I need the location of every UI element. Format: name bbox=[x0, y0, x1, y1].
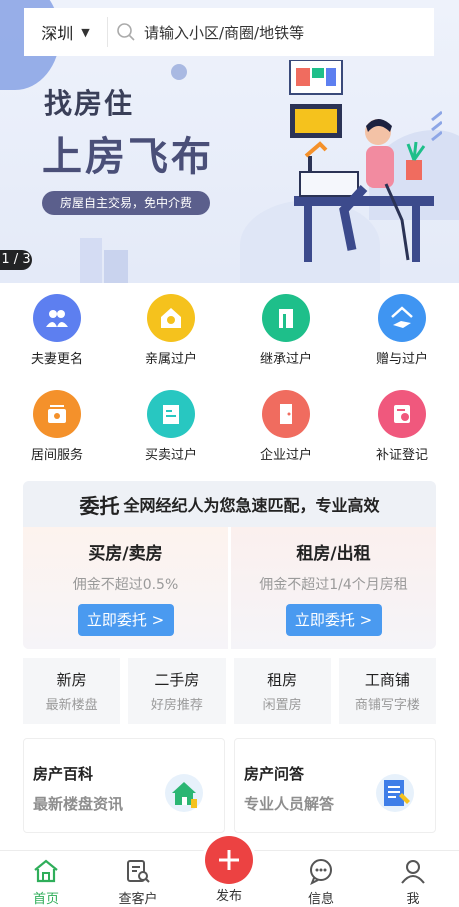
publish-button[interactable] bbox=[205, 836, 253, 884]
delegation-rent: 租房/出租 佣金不超过1/4个月房租 立即委托 > bbox=[231, 527, 436, 649]
delegation-rent-title: 租房/出租 bbox=[296, 544, 371, 564]
certificate-icon bbox=[378, 390, 426, 438]
category-title: 新房 bbox=[56, 671, 87, 689]
delegate-buy-sell-button[interactable]: 立即委托 > bbox=[77, 604, 174, 636]
service-enterprise-transfer[interactable]: 企业过户 bbox=[229, 390, 343, 463]
banner-illustration bbox=[289, 60, 442, 262]
user-icon bbox=[399, 851, 427, 885]
delegate-rent-button[interactable]: 立即委托 > bbox=[285, 604, 382, 636]
category-title: 工商铺 bbox=[364, 671, 410, 689]
tab-label: 我 bbox=[406, 892, 420, 907]
plus-icon bbox=[219, 850, 239, 870]
tab-label: 信息 bbox=[307, 892, 334, 907]
service-label: 继承过户 bbox=[259, 352, 312, 367]
category-subtitle: 好房推荐 bbox=[150, 698, 203, 713]
search-bar: 深圳 ▼ 请输入小区/商圈/地铁等 bbox=[24, 8, 434, 56]
banner-title-line2: 上房飞布 bbox=[42, 134, 214, 180]
delegation-header: 委托 全网经纪人为您急速匹配，专业高效 bbox=[23, 481, 436, 527]
home-icon bbox=[32, 851, 60, 885]
delegation-header-title: 委托 bbox=[79, 493, 120, 518]
service-label: 居间服务 bbox=[30, 448, 83, 463]
gift-house-icon bbox=[378, 294, 426, 342]
info-card-subtitle: 最新楼盘资讯 bbox=[33, 795, 124, 813]
caret-down-icon: ▼ bbox=[81, 25, 90, 39]
app-screen: 找房住 上房飞布 房屋自主交易，免中介费 1 / 3 深圳 ▼ 请输入小区/商圈… bbox=[0, 0, 459, 907]
service-label: 赠与过户 bbox=[375, 352, 428, 367]
tab-label: 查客户 bbox=[118, 892, 158, 907]
chat-icon bbox=[307, 851, 335, 885]
service-brokerage[interactable]: 居间服务 bbox=[0, 390, 114, 463]
info-card-title: 房产问答 bbox=[244, 765, 305, 783]
tab-label: 首页 bbox=[32, 892, 59, 907]
category-commercial[interactable]: 工商铺 商铺写字楼 bbox=[338, 658, 436, 724]
category-subtitle: 闲置房 bbox=[262, 698, 302, 713]
tab-home[interactable]: 首页 bbox=[0, 851, 92, 907]
tab-me[interactable]: 我 bbox=[367, 851, 459, 907]
house-book-icon bbox=[165, 774, 203, 812]
city-label: 深圳 bbox=[41, 24, 74, 43]
delegation-buy-sell: 买房/卖房 佣金不超过0.5% 立即委托 > bbox=[23, 527, 231, 649]
service-inheritance-transfer[interactable]: 继承过户 bbox=[229, 294, 343, 367]
tab-clients[interactable]: 查客户 bbox=[92, 851, 184, 907]
service-sale-transfer[interactable]: 买卖过户 bbox=[114, 390, 228, 463]
city-selector[interactable]: 深圳 ▼ bbox=[24, 17, 108, 47]
search-icon bbox=[108, 22, 144, 42]
category-subtitle: 商铺写字楼 bbox=[354, 698, 420, 713]
delegation-buy-sell-commission: 佣金不超过0.5% bbox=[72, 577, 179, 593]
service-certificate-register[interactable]: 补证登记 bbox=[345, 390, 459, 463]
service-label: 亲属过户 bbox=[144, 352, 197, 367]
banner-slogan-pill: 房屋自主交易，免中介费 bbox=[42, 191, 210, 215]
client-search-icon bbox=[124, 851, 152, 885]
service-label: 企业过户 bbox=[259, 448, 312, 463]
house-key-icon bbox=[147, 294, 195, 342]
decor-building bbox=[80, 238, 102, 283]
info-card-encyclopedia[interactable]: 房产百科 最新楼盘资讯 bbox=[23, 738, 225, 833]
service-gift-transfer[interactable]: 赠与过户 bbox=[345, 294, 459, 367]
category-rent[interactable]: 租房 闲置房 bbox=[233, 658, 331, 724]
delegation-rent-commission: 佣金不超过1/4个月房租 bbox=[259, 577, 408, 593]
search-input[interactable]: 请输入小区/商圈/地铁等 bbox=[144, 22, 304, 43]
delegation-header-text: 全网经纪人为您急速匹配，专业高效 bbox=[123, 496, 380, 515]
category-new-house[interactable]: 新房 最新楼盘 bbox=[23, 658, 121, 724]
banner-title-line1: 找房住 bbox=[44, 87, 135, 120]
building-icon bbox=[262, 294, 310, 342]
category-subtitle: 最新楼盘 bbox=[45, 698, 98, 713]
service-label: 买卖过户 bbox=[144, 448, 197, 463]
wallet-icon bbox=[33, 390, 81, 438]
door-icon bbox=[262, 390, 310, 438]
notepad-icon bbox=[376, 774, 414, 812]
category-title: 租房 bbox=[267, 671, 298, 689]
info-card-qa[interactable]: 房产问答 专业人员解答 bbox=[234, 738, 436, 833]
decor-dot bbox=[171, 64, 187, 80]
category-tiles: 新房 最新楼盘 二手房 好房推荐 租房 闲置房 工商铺 商铺写字楼 bbox=[23, 658, 436, 724]
info-card-subtitle: 专业人员解答 bbox=[244, 795, 335, 813]
info-card-title: 房产百科 bbox=[33, 765, 94, 783]
couple-icon bbox=[33, 294, 81, 342]
banner-page-counter: 1 / 3 bbox=[0, 250, 32, 270]
publish-label: 发布 bbox=[215, 889, 242, 904]
service-couple-rename[interactable]: 夫妻更名 bbox=[0, 294, 114, 367]
tab-messages[interactable]: 信息 bbox=[275, 851, 367, 907]
delegation-card: 委托 全网经纪人为您急速匹配，专业高效 买房/卖房 佣金不超过0.5% 立即委托… bbox=[23, 481, 436, 649]
service-relative-transfer[interactable]: 亲属过户 bbox=[114, 294, 228, 367]
document-icon bbox=[147, 390, 195, 438]
decor-building bbox=[104, 250, 128, 283]
delegation-buy-sell-title: 买房/卖房 bbox=[88, 544, 163, 564]
service-label: 夫妻更名 bbox=[30, 352, 83, 367]
category-title: 二手房 bbox=[154, 671, 200, 689]
service-label: 补证登记 bbox=[375, 448, 428, 463]
category-second-hand[interactable]: 二手房 好房推荐 bbox=[128, 658, 226, 724]
